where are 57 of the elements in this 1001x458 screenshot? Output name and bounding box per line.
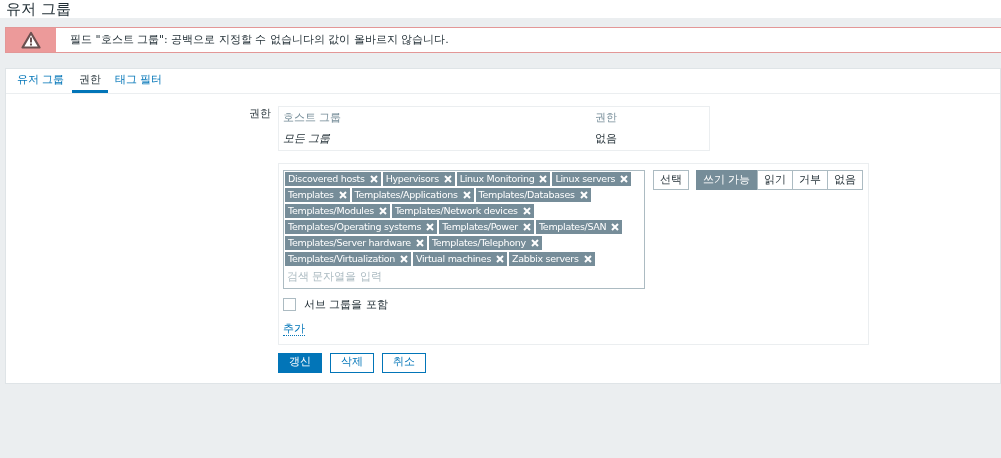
- tab[interactable]: 유저 그룹: [10, 69, 72, 93]
- page-title: 유저 그룹: [6, 0, 72, 18]
- remove-icon[interactable]: [426, 223, 435, 231]
- host-group-field[interactable]: Discovered hosts Hypervisors Linux Monitoring Linux servers Templates Templates/Applications Templates/Databases Templates/Modules Templates/Network devices Templates/Operating systems Templates/Power Templates/SAN Templates/Server hardware Templates/Telephony Templates/Virtualization Virtual machines Zabbix servers 검색 문자열을 입력: [283, 170, 645, 289]
- add-link[interactable]: 추가: [283, 322, 305, 336]
- tag-chip: Hypervisors: [382, 172, 455, 186]
- permission-option[interactable]: 쓰기 가능: [696, 170, 758, 190]
- remove-icon[interactable]: [620, 175, 629, 183]
- remove-icon[interactable]: [539, 175, 548, 183]
- remove-icon[interactable]: [338, 191, 347, 199]
- checkbox-label: 서브 그룹을 포함: [304, 296, 388, 313]
- tag-chip: Virtual machines: [413, 252, 508, 266]
- remove-icon[interactable]: [579, 191, 588, 199]
- tag-chip: Templates: [285, 188, 350, 202]
- tag-chip: Templates/Operating systems: [285, 220, 438, 234]
- remove-icon[interactable]: [496, 255, 505, 263]
- remove-icon[interactable]: [462, 191, 471, 199]
- remove-icon[interactable]: [583, 255, 592, 263]
- action-button[interactable]: 취소: [382, 352, 426, 373]
- column-header: 권한: [595, 110, 617, 126]
- field-label: 권한: [249, 107, 271, 120]
- permission-option[interactable]: 없음: [826, 170, 863, 190]
- tag-chip: Templates/Telephony: [428, 236, 542, 250]
- remove-icon[interactable]: [611, 223, 620, 231]
- permission-option[interactable]: 읽기: [756, 170, 793, 190]
- tab[interactable]: 태그 필터: [107, 69, 169, 93]
- permission-option[interactable]: 거부: [791, 170, 828, 190]
- tag-chip: Templates/Modules: [285, 204, 390, 218]
- tag-chip: Templates/Power: [439, 220, 534, 234]
- warning-icon: [21, 31, 41, 49]
- action-button[interactable]: 삭제: [330, 352, 374, 373]
- checkbox[interactable]: [283, 298, 296, 312]
- tag-chip: Linux Monitoring: [456, 172, 551, 186]
- remove-icon[interactable]: [369, 175, 378, 183]
- remove-icon[interactable]: [415, 239, 424, 247]
- select-button[interactable]: 선택: [653, 170, 689, 190]
- remove-icon[interactable]: [530, 239, 539, 247]
- remove-icon[interactable]: [400, 255, 408, 263]
- tag-chip: Templates/Network devices: [391, 204, 534, 218]
- tag-chip: Templates/Databases: [475, 188, 591, 202]
- remove-icon[interactable]: [522, 223, 531, 231]
- column-header: 호스트 그룹: [283, 110, 343, 126]
- remove-icon[interactable]: [522, 207, 531, 215]
- tab[interactable]: 권한: [71, 69, 108, 93]
- tag-chip: Templates/Server hardware: [285, 236, 427, 250]
- tag-chip: Linux servers: [552, 172, 632, 186]
- table-cell: 없음: [595, 130, 617, 147]
- remove-icon[interactable]: [378, 207, 387, 215]
- error-message: 필드 "호스트 그룹": 공백으로 지정할 수 없습니다의 값이 올바르지 않습니다.: [70, 31, 449, 48]
- tag-chip: Templates/Applications: [351, 188, 474, 202]
- update-button[interactable]: 갱신: [278, 352, 322, 373]
- tag-chip: Templates/SAN: [535, 220, 623, 234]
- tag-chip: Zabbix servers: [509, 252, 595, 266]
- tag-chip: Templates/Virtualization: [285, 252, 411, 266]
- remove-icon[interactable]: [443, 175, 452, 183]
- tag-chip: Discovered hosts: [285, 172, 381, 186]
- table-cell-text: 모든 그룹: [283, 130, 332, 147]
